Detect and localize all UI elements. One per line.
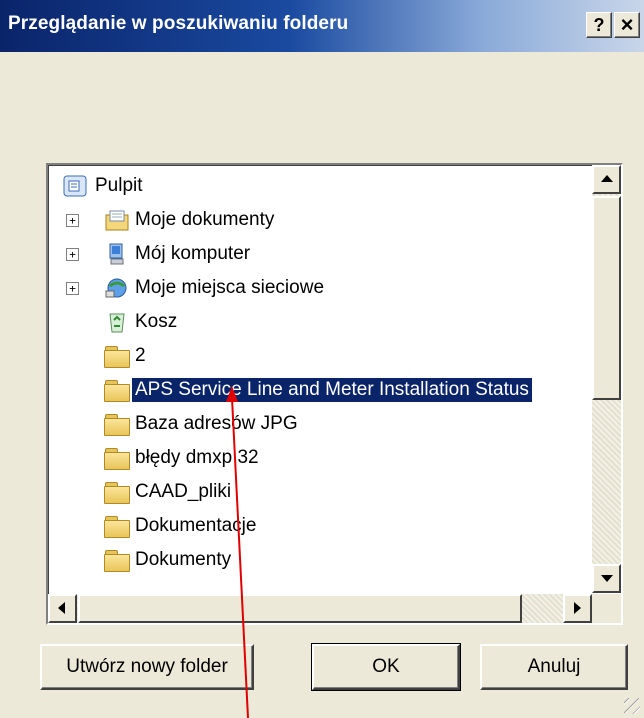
- annotation-arrow-line: [231, 397, 249, 718]
- annotation-arrow: [226, 386, 249, 718]
- browse-folder-dialog: Przeglądanie w poszukiwaniu folderu ? × …: [0, 0, 644, 718]
- annotation-arrow-head: [226, 386, 238, 402]
